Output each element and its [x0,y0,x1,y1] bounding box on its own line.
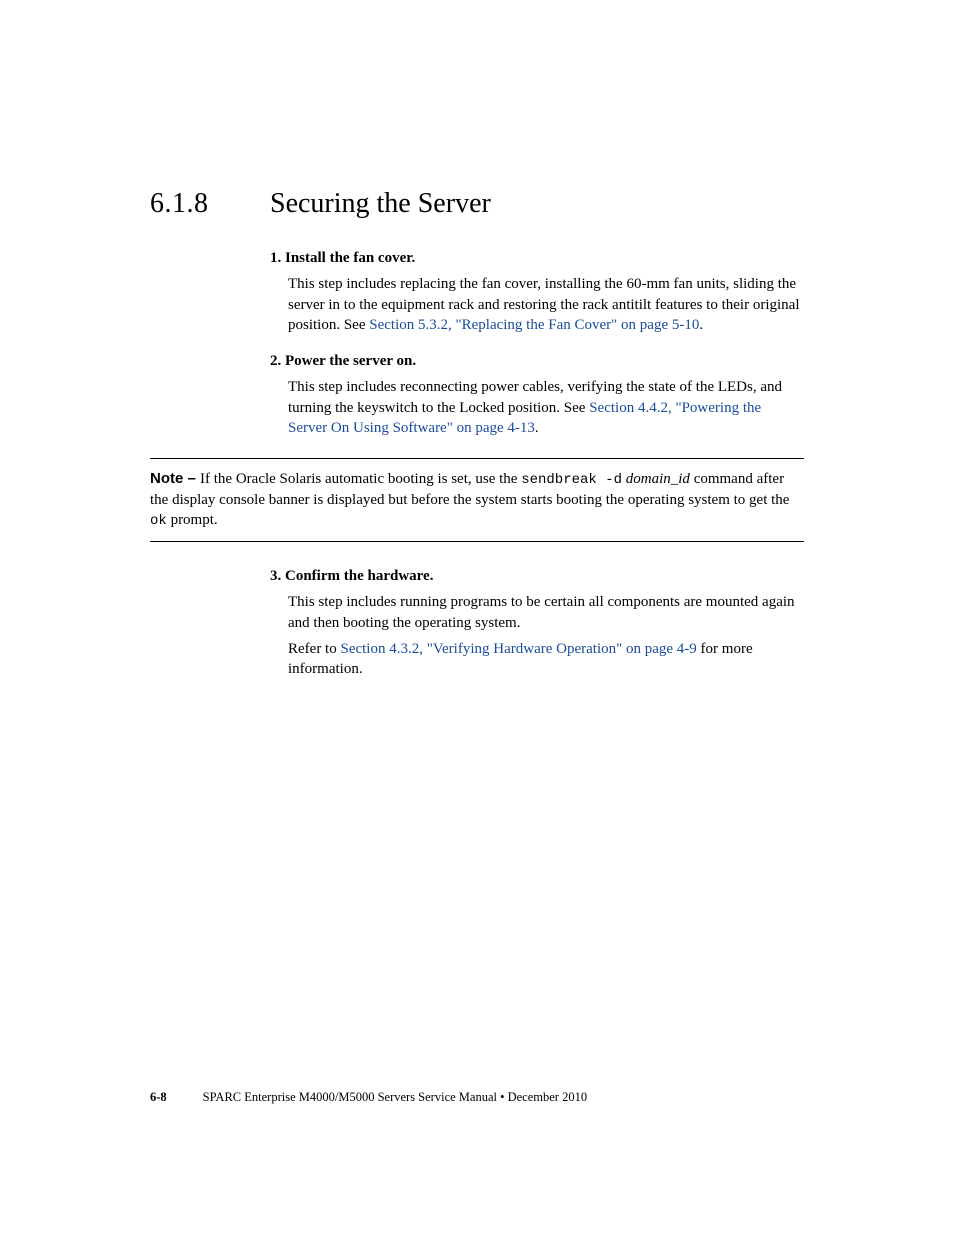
note-text-c: prompt. [167,512,218,528]
step-2-body: This step includes reconnecting power ca… [288,377,804,438]
step-2-title: Power the server on. [285,353,416,369]
page-footer: 6-8 SPARC Enterprise M4000/M5000 Servers … [150,1090,587,1105]
step-1: 1. Install the fan cover. This step incl… [270,248,804,335]
step-1-body: This step includes replacing the fan cov… [288,274,804,335]
step-3-number: 3. [270,568,281,584]
step-1-title: Install the fan cover. [285,250,415,266]
step-2-number: 2. [270,353,281,369]
note-ok-prompt: ok [150,513,167,529]
step-3-title: Confirm the hardware. [285,568,433,584]
step-3: 3. Confirm the hardware. This step inclu… [270,566,804,679]
step-3-text-a: This step includes running programs to b… [288,592,804,633]
step-1-text-b: . [699,317,703,333]
step-2-text-b: . [535,420,539,436]
link-verify-hardware[interactable]: Section 4.3.2, "Verifying Hardware Opera… [340,641,696,657]
footer-text: SPARC Enterprise M4000/M5000 Servers Ser… [203,1090,587,1104]
step-3-heading: 3. Confirm the hardware. [270,566,804,586]
heading-number: 6.1.8 [150,188,270,220]
page-number: 6-8 [150,1090,167,1104]
section-heading: 6.1.8 Securing the Server [150,188,804,220]
body-column-2: 3. Confirm the hardware. This step inclu… [270,566,804,679]
step-2-heading: 2. Power the server on. [270,351,804,371]
note-domain-id: domain_id [626,471,690,487]
note-command: sendbreak -d [521,472,622,488]
note-box: Note – If the Oracle Solaris automatic b… [150,458,804,542]
note-label: Note – [150,470,200,487]
step-3-body: This step includes running programs to b… [288,592,804,679]
note-text-a: If the Oracle Solaris automatic booting … [200,471,521,487]
step-1-number: 1. [270,250,281,266]
step-3-text-b-pre: Refer to [288,641,340,657]
page: 6.1.8 Securing the Server 1. Install the… [0,0,954,1235]
link-fan-cover[interactable]: Section 5.3.2, "Replacing the Fan Cover"… [369,317,699,333]
step-2: 2. Power the server on. This step includ… [270,351,804,438]
heading-title: Securing the Server [270,188,491,220]
step-1-heading: 1. Install the fan cover. [270,248,804,268]
body-column: 1. Install the fan cover. This step incl… [270,248,804,438]
